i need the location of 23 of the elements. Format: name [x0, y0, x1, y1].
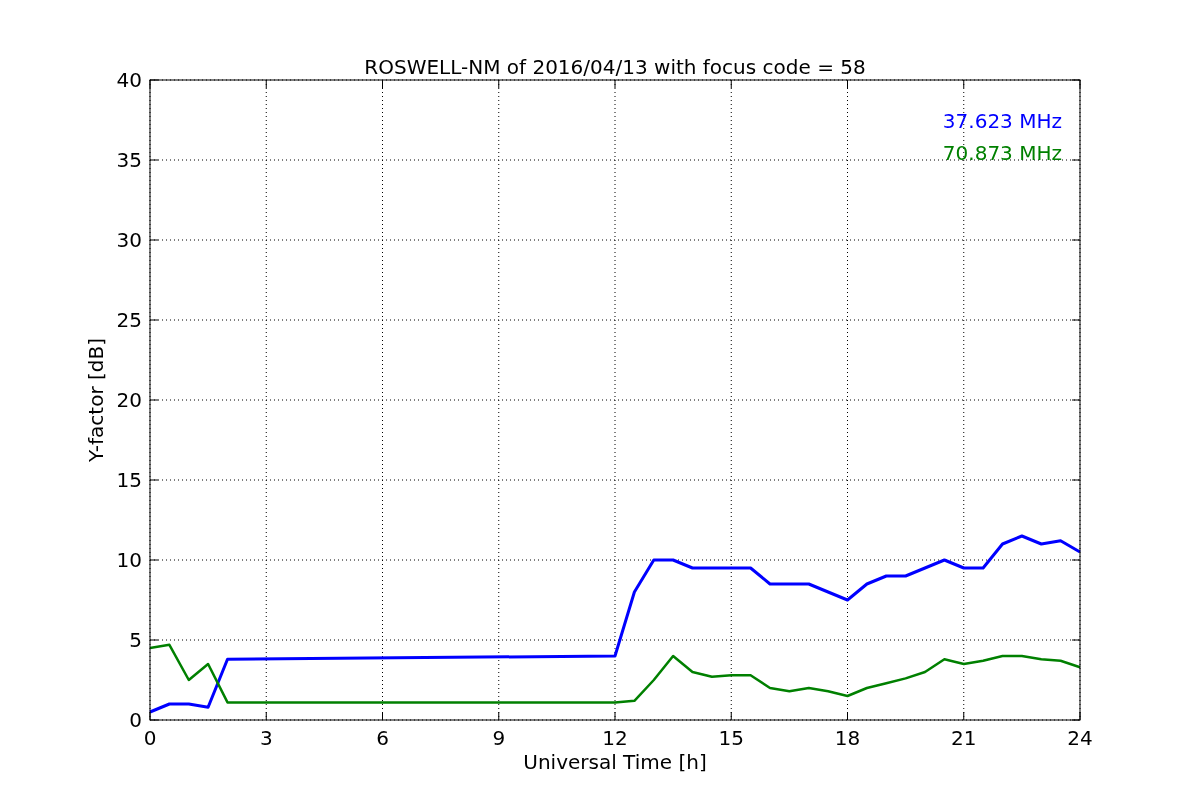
tick-label: 15: [116, 468, 142, 492]
legend-label: 37.623 MHz: [942, 109, 1062, 133]
tick-label: 6: [376, 726, 389, 750]
tick-label: 0: [143, 726, 157, 750]
tick-label: 5: [129, 628, 142, 652]
tick-label: 10: [116, 548, 142, 572]
tick-label: 0: [129, 708, 142, 732]
tick-label: 40: [116, 68, 142, 92]
legend-label: 70.873 MHz: [942, 141, 1062, 165]
axis-label: Y-factor [dB]: [84, 338, 108, 462]
axis-label: Universal Time [h]: [523, 750, 707, 774]
tick-label: 30: [116, 228, 142, 252]
tick-label: 35: [116, 148, 142, 172]
tick-label: 24: [1067, 726, 1093, 750]
tick-label: 12: [602, 726, 628, 750]
chart-title: ROSWELL-NM of 2016/04/13 with focus code = 58: [364, 55, 866, 79]
tick-label: 9: [492, 726, 506, 750]
tick-label: 18: [834, 726, 861, 750]
tick-label: 15: [718, 726, 744, 750]
tick-label: 20: [116, 388, 142, 412]
tick-label: 25: [116, 308, 142, 332]
tick-label: 3: [259, 726, 273, 750]
tick-label: 21: [951, 726, 977, 750]
